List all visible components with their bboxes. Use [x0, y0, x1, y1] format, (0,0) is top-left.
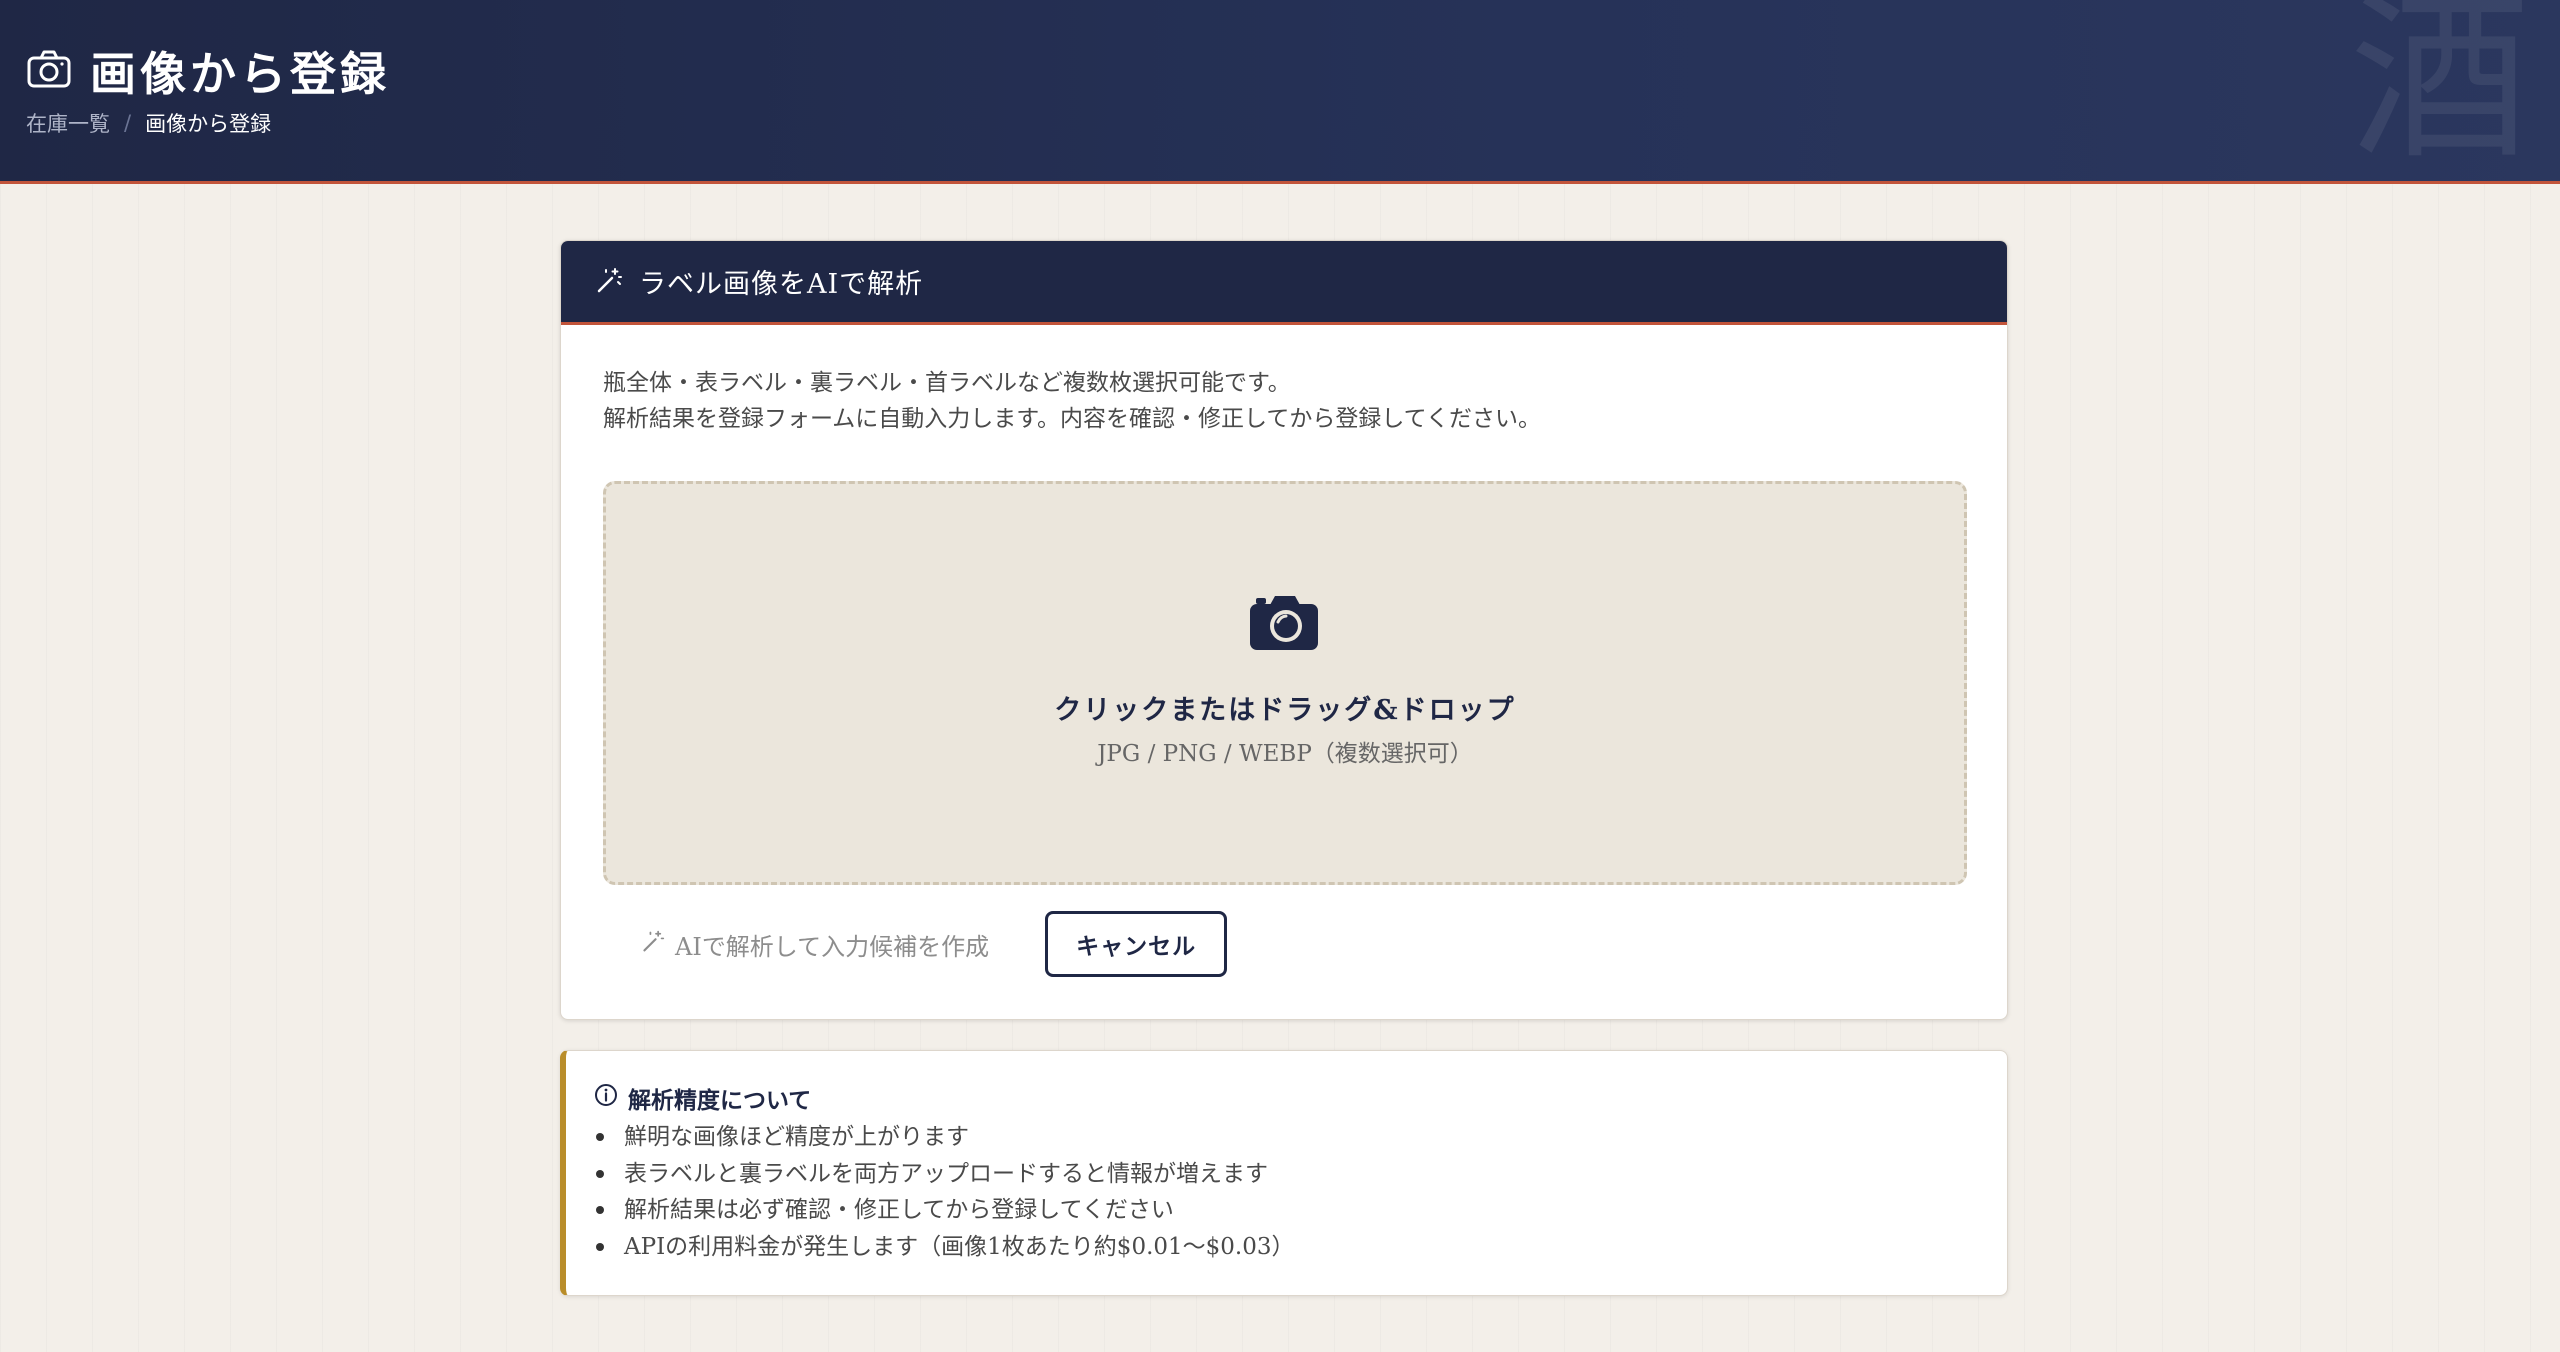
- bullet: [596, 1206, 604, 1215]
- card-description: 瓶全体・表ラベル・裏ラベル・首ラベルなど複数枚選択可能です。 解析結果を登録フォ…: [603, 365, 1541, 437]
- description-line: 解析結果を登録フォームに自動入力します。内容を確認・修正してから登録してください…: [603, 406, 1541, 432]
- action-row: AIで解析して入力候補を作成 キャンセル: [641, 911, 1228, 977]
- note-heading: 解析精度について: [594, 1081, 811, 1115]
- list-item-text: APIの利用料金が発生します（画像1枚あたり約$0.01〜$0.03）: [624, 1233, 1295, 1260]
- description-line: 瓶全体・表ラベル・裏ラベル・首ラベルなど複数枚選択可能です。: [603, 370, 1291, 396]
- bullet: [596, 1169, 604, 1178]
- list-item-text: 鮮明な画像ほど精度が上がります: [624, 1124, 969, 1150]
- info-icon: [594, 1083, 618, 1113]
- cancel-button[interactable]: キャンセル: [1045, 911, 1228, 977]
- breadcrumb-separator: /: [124, 111, 132, 135]
- page-header: 画像から登録 在庫一覧 / 画像から登録 酒: [0, 0, 2560, 184]
- list-item: 解析結果は必ず確認・修正してから登録してください: [596, 1192, 1295, 1229]
- analyze-button[interactable]: AIで解析して入力候補を作成: [641, 927, 989, 962]
- breadcrumb-parent-link[interactable]: 在庫一覧: [26, 108, 110, 138]
- card-header: ラベル画像をAIで解析: [561, 241, 2007, 325]
- list-item-text: 解析結果は必ず確認・修正してから登録してください: [624, 1197, 1174, 1223]
- bullet: [596, 1242, 604, 1251]
- camera-outline-icon: [26, 49, 72, 93]
- page-title-row: 画像から登録: [26, 38, 390, 104]
- bullet: [596, 1133, 604, 1142]
- page-title: 画像から登録: [90, 47, 390, 101]
- note-list: 鮮明な画像ほど精度が上がります 表ラベルと裏ラベルを両方アップロードすると情報が…: [596, 1119, 1295, 1265]
- list-item: 鮮明な画像ほど精度が上がります: [596, 1119, 1295, 1156]
- accuracy-note: 解析精度について 鮮明な画像ほど精度が上がります 表ラベルと裏ラベルを両方アップ…: [560, 1050, 2008, 1296]
- card-title: ラベル画像をAIで解析: [639, 269, 924, 300]
- image-dropzone[interactable]: クリックまたはドラッグ&ドロップ JPG / PNG / WEBP（複数選択可）: [603, 481, 1967, 885]
- upload-card: ラベル画像をAIで解析 瓶全体・表ラベル・裏ラベル・首ラベルなど複数枚選択可能で…: [560, 240, 2008, 1020]
- camera-icon: [1248, 592, 1320, 656]
- breadcrumb-current: 画像から登録: [145, 112, 272, 136]
- analyze-button-label: AIで解析して入力候補を作成: [675, 932, 990, 961]
- list-item-text: 表ラベルと裏ラベルを両方アップロードすると情報が増えます: [624, 1160, 1268, 1187]
- dropzone-subtitle: JPG / PNG / WEBP（複数選択可）: [1097, 741, 1473, 767]
- list-item: APIの利用料金が発生します（画像1枚あたり約$0.01〜$0.03）: [596, 1229, 1295, 1266]
- note-title: 解析精度について: [628, 1087, 812, 1114]
- list-item: 表ラベルと裏ラベルを両方アップロードすると情報が増えます: [596, 1156, 1295, 1193]
- magic-wand-icon: [595, 266, 623, 298]
- dropzone-title: クリックまたはドラッグ&ドロップ: [1054, 695, 1516, 726]
- sake-watermark: 酒: [2349, 0, 2530, 184]
- magic-wand-icon: [641, 929, 665, 959]
- breadcrumb: 在庫一覧 / 画像から登録: [26, 108, 271, 138]
